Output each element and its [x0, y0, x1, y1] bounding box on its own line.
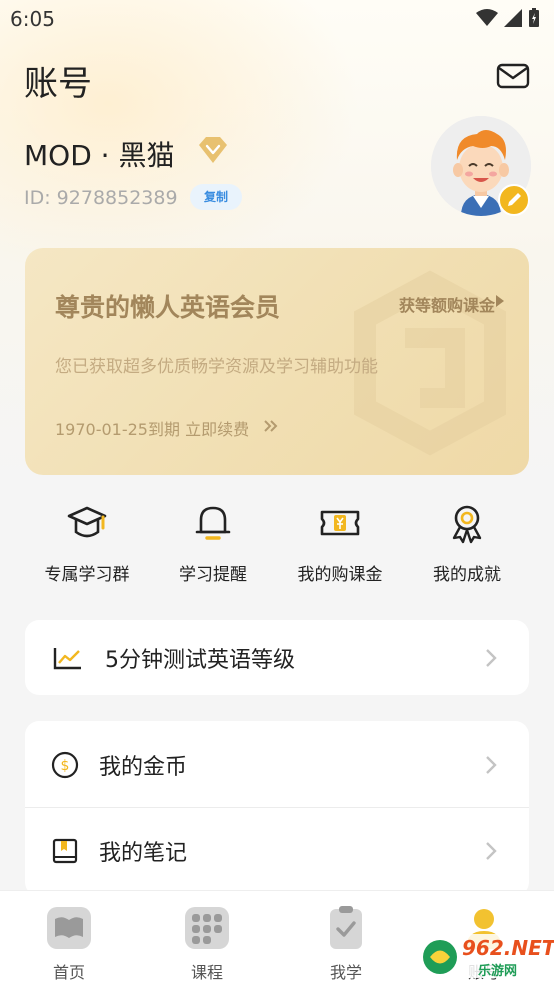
double-chevron-right-icon	[264, 420, 278, 432]
member-card-title: 尊贵的懒人英语会员	[55, 293, 281, 322]
quick-action-label: 专属学习群	[44, 565, 130, 585]
quick-action-course-credit[interactable]: 我的购课金	[280, 500, 400, 585]
pencil-icon	[508, 193, 521, 206]
vip-diamond-icon[interactable]	[196, 134, 230, 166]
signal-icon	[504, 9, 522, 27]
bell-icon	[195, 506, 231, 540]
level-test-card[interactable]: 5分钟测试英语等级	[25, 620, 529, 695]
wifi-icon	[476, 9, 498, 26]
account-page: 6:05 账号 MOD · 黑猫 ID: 9278852389 复制 尊贵的懒人…	[0, 0, 554, 984]
tab-label: 首页	[52, 963, 85, 982]
menu-card: $ 我的金币 我的笔记	[25, 721, 529, 896]
quick-action-label: 我的购课金	[297, 565, 383, 585]
chevron-right-icon	[486, 649, 497, 667]
watermark-subtext: 乐游网	[478, 964, 518, 979]
member-card-description: 您已获取超多优质畅学资源及学习辅助功能	[55, 357, 378, 377]
menu-item-label: 我的金币	[99, 755, 188, 780]
menu-item-notes[interactable]: 我的笔记	[25, 807, 529, 893]
tab-label: 课程	[190, 963, 223, 982]
book-icon	[47, 907, 91, 949]
tab-courses[interactable]: 课程	[138, 891, 276, 984]
notebook-icon	[52, 838, 78, 864]
medal-icon	[452, 505, 482, 544]
status-time: 6:05	[10, 7, 55, 31]
chevron-right-icon	[486, 756, 497, 774]
triangle-right-icon	[496, 295, 504, 307]
quick-action-reminder[interactable]: 学习提醒	[153, 500, 273, 585]
menu-item-coins[interactable]: $ 我的金币	[25, 721, 529, 808]
member-card[interactable]: 尊贵的懒人英语会员 获等额购课金 您已获取超多优质畅学资源及学习辅助功能 197…	[25, 248, 529, 475]
battery-icon	[529, 8, 539, 27]
quick-action-label: 我的成就	[433, 565, 501, 585]
username: MOD · 黑猫	[24, 139, 175, 172]
tab-label: 我学	[329, 963, 362, 982]
status-icons	[476, 8, 540, 28]
mail-icon[interactable]	[496, 62, 530, 90]
member-expiry-renew[interactable]: 1970-01-25到期 立即续费	[55, 416, 249, 440]
quick-action-label: 学习提醒	[179, 565, 247, 585]
chart-line-icon	[53, 648, 81, 670]
clipboard-icon	[330, 906, 362, 949]
user-id: ID: 9278852389	[24, 187, 178, 209]
chevron-right-icon	[486, 842, 497, 860]
tab-home[interactable]: 首页	[0, 891, 138, 984]
edit-avatar-button[interactable]	[498, 184, 530, 216]
graduation-cap-icon	[67, 506, 107, 538]
page-title: 账号	[24, 64, 92, 104]
quick-action-achievements[interactable]: 我的成就	[407, 500, 527, 585]
site-watermark: 962.NET 乐游网	[418, 930, 554, 984]
coin-icon: $	[51, 751, 79, 779]
quick-action-study-group[interactable]: 专属学习群	[27, 500, 147, 585]
level-test-label: 5分钟测试英语等级	[105, 648, 295, 673]
tab-my-learning[interactable]: 我学	[277, 891, 415, 984]
copy-id-button[interactable]: 复制	[190, 184, 242, 210]
watermark-logo-icon	[423, 940, 457, 974]
coupon-icon	[320, 510, 360, 536]
member-card-link[interactable]: 获等额购课金	[399, 292, 495, 316]
svg-text:$: $	[61, 758, 70, 774]
grid-icon	[185, 907, 229, 949]
watermark-text: 962.NET	[462, 936, 554, 960]
menu-item-label: 我的笔记	[99, 841, 188, 866]
status-bar: 6:05	[0, 0, 554, 38]
